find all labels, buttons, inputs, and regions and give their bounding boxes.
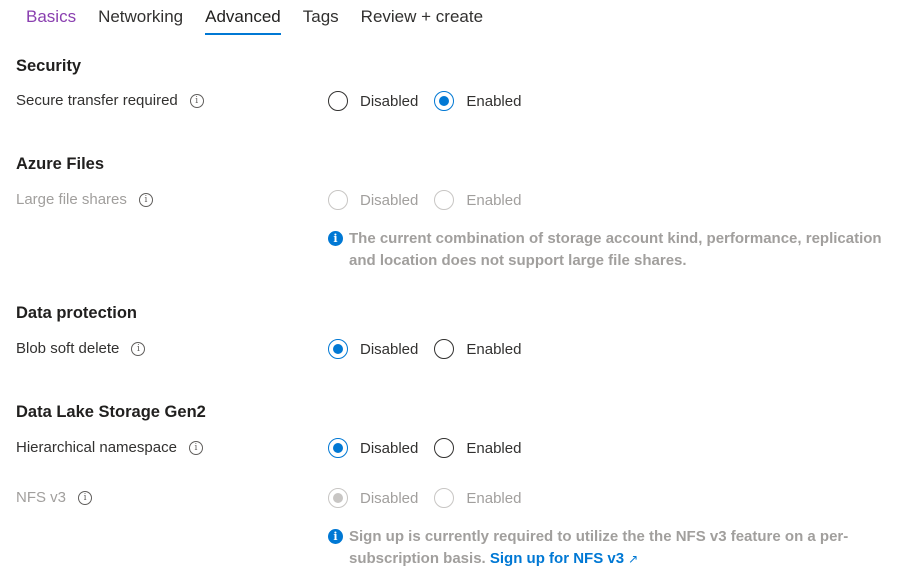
large-file-shares-note: i The current combination of storage acc…: [328, 228, 903, 272]
nfs-v3-row: NFS v3 i Disabled Enabled: [16, 486, 908, 510]
radio-circle-checked[interactable]: [328, 438, 348, 458]
nfs-v3-note: i Sign up is currently required to utili…: [328, 526, 868, 570]
info-icon[interactable]: i: [131, 342, 146, 356]
nfs-v3-label: NFS v3: [16, 489, 67, 506]
radio-circle[interactable]: [434, 339, 455, 359]
large-file-shares-radio-group: Disabled Enabled: [328, 188, 537, 212]
info-filled-icon: i: [328, 529, 343, 544]
hierarchical-namespace-enabled-radio[interactable]: Enabled: [434, 438, 521, 458]
secure-transfer-enabled-radio[interactable]: Enabled: [434, 91, 521, 111]
radio-circle[interactable]: [434, 438, 455, 458]
large-file-shares-disabled-radio: Disabled: [328, 190, 418, 210]
radio-circle-checked[interactable]: [434, 91, 455, 111]
blob-soft-delete-label: Blob soft delete: [16, 340, 120, 357]
radio-circle-checked: [328, 488, 348, 508]
secure-transfer-disabled-radio[interactable]: Disabled: [328, 91, 418, 111]
hierarchical-namespace-radio-group: Disabled Enabled: [328, 436, 537, 460]
external-link-icon[interactable]: ↗: [628, 548, 638, 570]
tab-basics[interactable]: Basics: [26, 6, 76, 36]
large-file-shares-enabled-radio: Enabled: [434, 190, 521, 210]
blob-soft-delete-enabled-radio[interactable]: Enabled: [434, 339, 521, 359]
section-title-azure-files: Azure Files: [16, 155, 105, 173]
blob-soft-delete-radio-group: Disabled Enabled: [328, 337, 537, 361]
hierarchical-namespace-row: Hierarchical namespace i Disabled Enable…: [16, 436, 908, 460]
blob-soft-delete-disabled-radio[interactable]: Disabled: [328, 339, 418, 359]
secure-transfer-label: Secure transfer required: [16, 92, 178, 109]
tab-advanced[interactable]: Advanced: [205, 6, 281, 36]
radio-circle: [434, 488, 455, 508]
nfs-v3-disabled-radio: Disabled: [328, 488, 418, 508]
tab-tags[interactable]: Tags: [303, 6, 339, 36]
info-icon[interactable]: i: [78, 491, 93, 505]
tab-networking[interactable]: Networking: [98, 6, 183, 36]
radio-circle-checked[interactable]: [328, 339, 348, 359]
section-title-data-lake: Data Lake Storage Gen2: [16, 403, 206, 421]
radio-circle[interactable]: [328, 91, 348, 111]
large-file-shares-row: Large file shares i Disabled Enabled: [16, 188, 908, 212]
info-icon[interactable]: i: [138, 193, 153, 207]
nfs-v3-radio-group: Disabled Enabled: [328, 486, 537, 510]
large-file-shares-label: Large file shares: [16, 191, 127, 208]
blob-soft-delete-row: Blob soft delete i Disabled Enabled: [16, 337, 908, 361]
radio-circle: [434, 190, 455, 210]
info-icon[interactable]: i: [189, 94, 204, 108]
tab-review-create[interactable]: Review + create: [361, 6, 483, 36]
info-icon[interactable]: i: [188, 441, 203, 455]
section-title-data-protection: Data protection: [16, 304, 138, 322]
wizard-tabs: Basics Networking Advanced Tags Review +…: [26, 6, 505, 36]
hierarchical-namespace-disabled-radio[interactable]: Disabled: [328, 438, 418, 458]
hierarchical-namespace-label: Hierarchical namespace: [16, 439, 177, 456]
nfs-v3-enabled-radio: Enabled: [434, 488, 521, 508]
sign-up-nfs-v3-link[interactable]: Sign up for NFS v3: [490, 550, 624, 567]
section-title-security: Security: [16, 57, 82, 75]
radio-circle: [328, 190, 348, 210]
info-filled-icon: i: [328, 231, 343, 246]
secure-transfer-radio-group: Disabled Enabled: [328, 89, 537, 113]
secure-transfer-row: Secure transfer required i Disabled Enab…: [16, 89, 908, 113]
